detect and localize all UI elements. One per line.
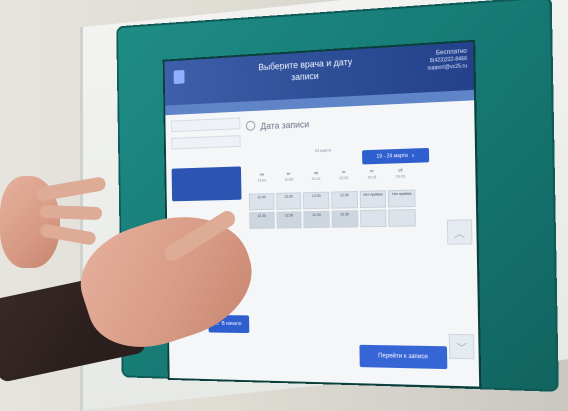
- no-appointment-cell: Нет приёма: [359, 190, 387, 209]
- section-title-text: Дата записи: [260, 119, 310, 132]
- filter-field[interactable]: [170, 117, 241, 133]
- hotline-info: Бесплатно 8(423)222-8466 support@vc25.ru: [395, 49, 468, 75]
- calendar-icon: [245, 120, 256, 131]
- no-appointment-cell: Нет приёма: [388, 189, 416, 208]
- slot-column: 12.00 12.30: [331, 190, 359, 242]
- day-date: 19.03: [257, 178, 267, 183]
- day-header: ср 21.03: [302, 170, 330, 189]
- time-slot[interactable]: 12.30: [249, 211, 275, 229]
- slot-column: 12.00 12.30: [248, 193, 275, 243]
- slot-column: 12.00 12.30: [275, 192, 302, 242]
- date-range-button[interactable]: 19 - 24 марта ›: [362, 147, 430, 165]
- time-slot[interactable]: 12.00: [275, 192, 302, 210]
- brand-text: [188, 64, 243, 67]
- day-header: чт 22.03: [330, 169, 358, 188]
- day-date: 24.03: [396, 174, 406, 179]
- next-button[interactable]: Перейти к записи: [359, 344, 448, 370]
- time-slot[interactable]: 12.00: [331, 190, 358, 209]
- day-header: вт 20.03: [275, 170, 302, 189]
- time-slot[interactable]: 12.00: [303, 191, 330, 210]
- scroll-controls: ︿ ﹀: [446, 219, 475, 365]
- day-date: 22.03: [339, 176, 349, 181]
- time-slot[interactable]: 12.30: [276, 211, 302, 229]
- chevron-right-icon: ›: [411, 152, 415, 160]
- day-header: пт 23.03: [358, 168, 387, 187]
- brand-logo: [173, 69, 185, 85]
- home-button-label: В начало: [221, 320, 242, 328]
- left-finger: [39, 204, 103, 221]
- section-title: Дата записи: [245, 118, 310, 132]
- time-slot[interactable]: 12.00: [248, 193, 275, 211]
- slot-column: Нет приёма: [388, 189, 416, 241]
- kiosk-screen: Выберите врача и дату записи Бесплатно 8…: [162, 39, 482, 389]
- date-radio-label: 24 марта: [314, 147, 332, 153]
- time-slot[interactable]: 12.30: [303, 210, 330, 229]
- photo-scene: Выберите врача и дату записи Бесплатно 8…: [0, 0, 568, 411]
- day-date: 20.03: [284, 177, 294, 182]
- day-header: сб 24.03: [386, 167, 415, 186]
- no-appointment-cell: [359, 209, 387, 228]
- brand: [173, 65, 238, 90]
- slot-column: Нет приёма: [359, 190, 387, 241]
- page-title: Выберите врача и дату записи: [258, 56, 353, 83]
- arrow-down-icon[interactable]: ﹀: [448, 333, 475, 360]
- search-field[interactable]: [171, 135, 241, 150]
- next-button-label: Перейти к записи: [378, 353, 428, 361]
- arrow-up-icon[interactable]: ︿: [446, 219, 473, 245]
- date-radio[interactable]: 24 марта: [315, 147, 331, 153]
- days-row: пн 19.03 вт 20.03 ср 21.03 чт 22.03 пт 23.03 …: [249, 167, 416, 190]
- time-slot[interactable]: 12.30: [331, 210, 359, 228]
- slots-grid: 12.00 12.30 12.00 12.30 12.00 12.30 12.0…: [248, 189, 416, 243]
- left-action-button[interactable]: [171, 166, 242, 202]
- slot-column: 12.00 12.30: [303, 191, 330, 242]
- date-range-label: 19 - 24 марта: [376, 152, 408, 160]
- day-date: 23.03: [367, 175, 377, 180]
- day-header: пн 19.03: [249, 171, 276, 189]
- day-date: 21.03: [311, 176, 321, 182]
- no-appointment-cell: [388, 209, 416, 227]
